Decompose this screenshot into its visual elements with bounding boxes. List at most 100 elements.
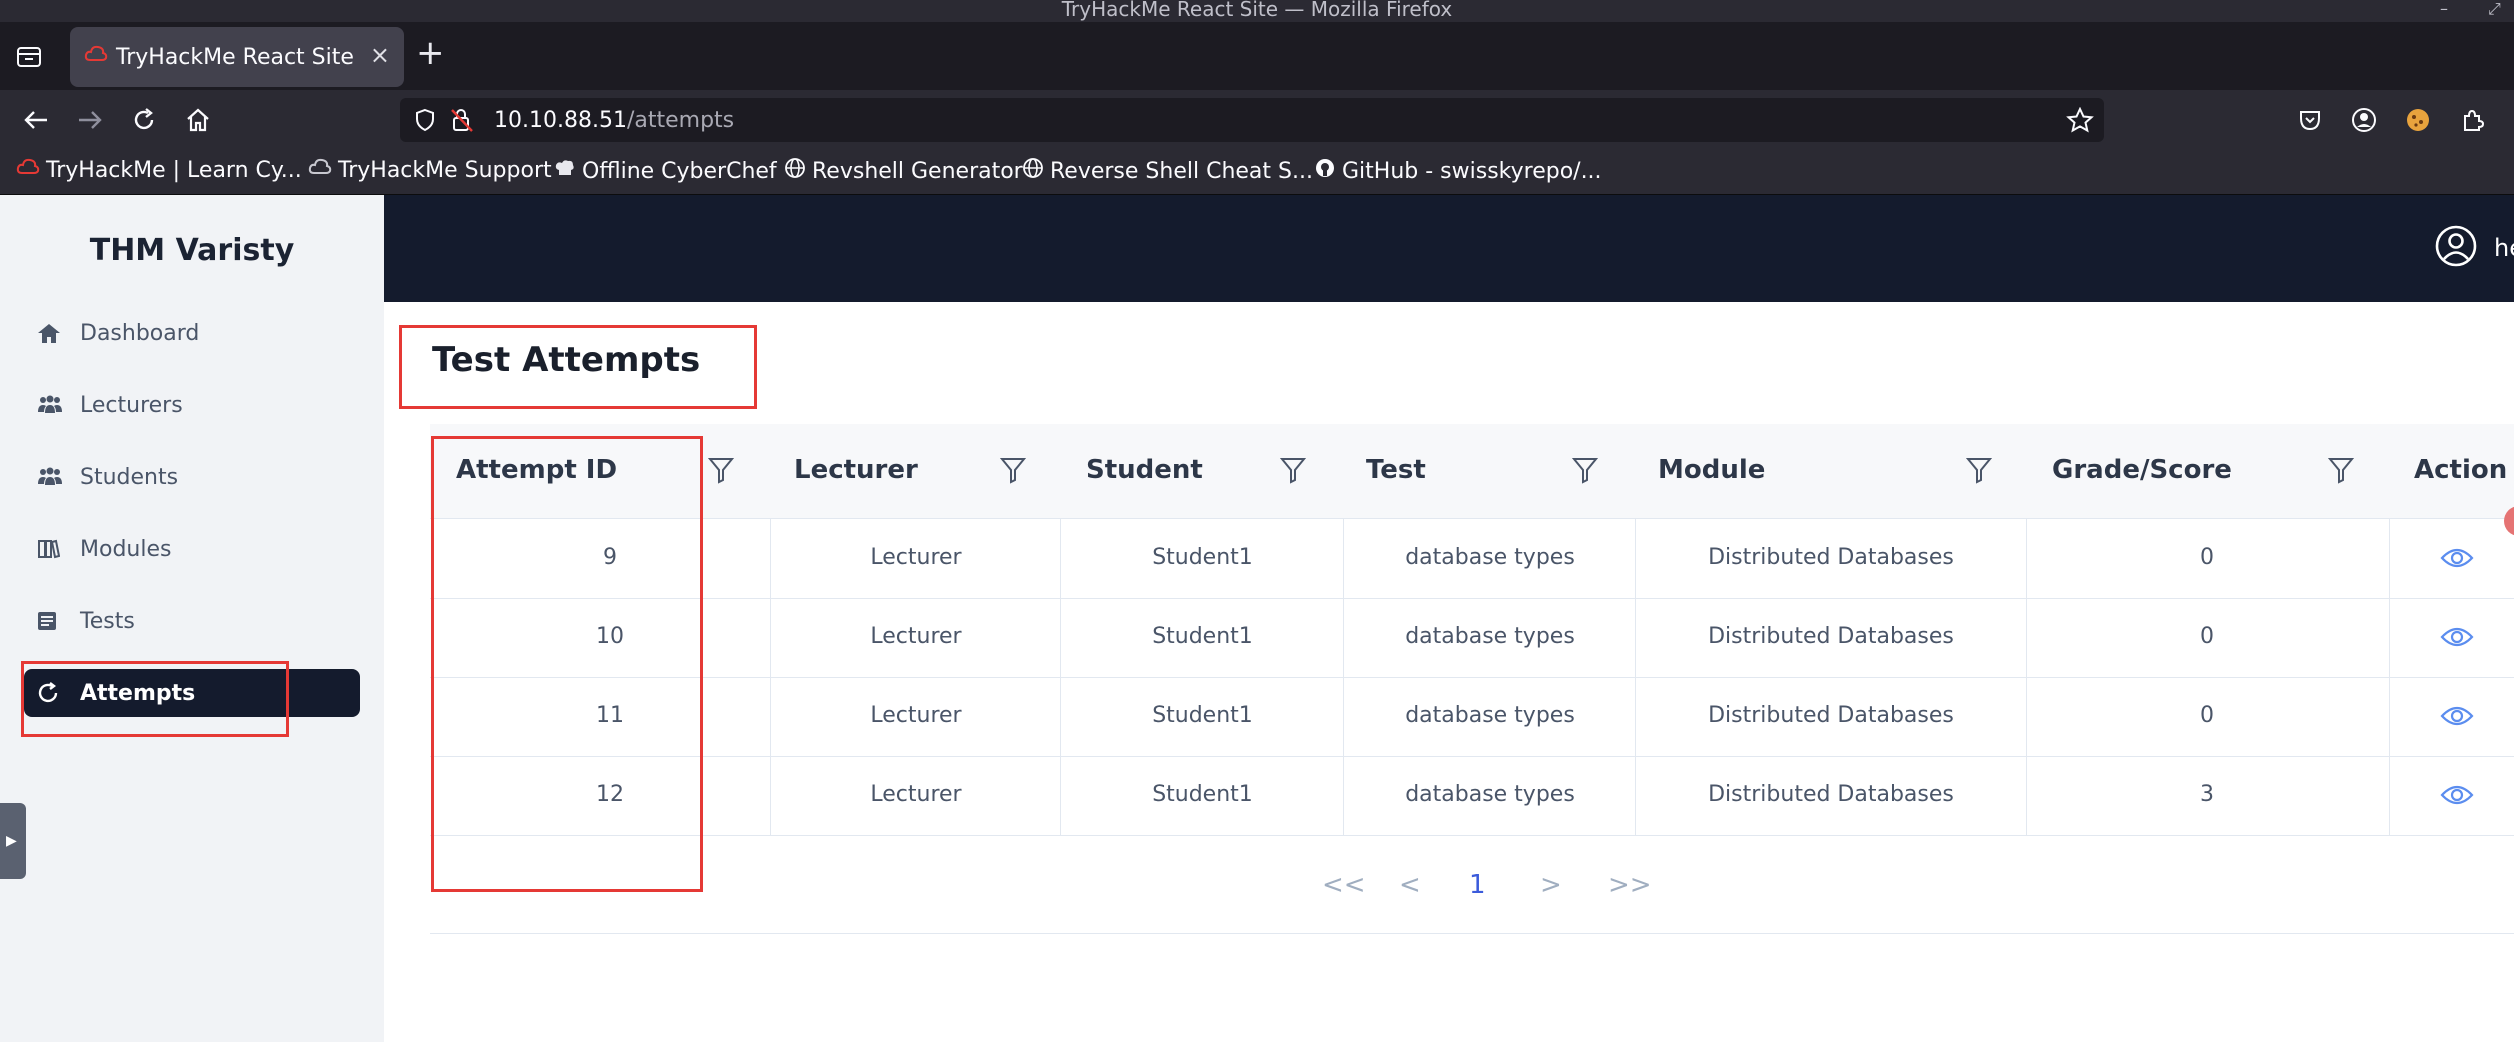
cell-grade: 0	[2200, 624, 2214, 649]
play-icon: ▶	[6, 833, 17, 849]
cell-grade: 3	[2200, 782, 2214, 807]
new-tab-button[interactable]: +	[416, 36, 445, 70]
cell-module: Distributed Databases	[1708, 782, 1954, 807]
reload-icon[interactable]	[126, 102, 162, 138]
table-footer-divider	[430, 933, 2514, 934]
sidebar-drag-handle[interactable]: ▶	[0, 803, 26, 879]
filter-icon[interactable]	[1571, 456, 1599, 488]
column-header-grade[interactable]: Grade/Score	[2052, 455, 2232, 485]
sidebar-item-label: Lecturers	[80, 392, 183, 418]
pocket-icon[interactable]	[2292, 102, 2328, 138]
back-icon[interactable]	[18, 102, 54, 138]
view-eye-icon[interactable]	[2440, 625, 2474, 653]
bookmarks-toolbar: TryHackMe | Learn Cy... TryHackMe Suppor…	[0, 150, 2514, 195]
bookmark-reverse-shell[interactable]: Reverse Shell Cheat S...	[1022, 157, 1313, 185]
forward-icon[interactable]	[72, 102, 108, 138]
cell-module: Distributed Databases	[1708, 624, 1954, 649]
bookmark-label: Offline CyberChef	[582, 158, 777, 184]
window-title: TryHackMe React Site — Mozilla Firefox	[1061, 0, 1453, 21]
first-page-button[interactable]: <<	[1322, 870, 1366, 900]
url-text[interactable]: 10.10.88.51/attempts	[494, 108, 734, 133]
bookmark-revshell[interactable]: Revshell Generator	[784, 157, 1023, 185]
cell-lecturer: Lecturer	[870, 703, 962, 728]
bookmark-label: TryHackMe Support	[338, 157, 552, 183]
user-account-icon[interactable]	[2434, 224, 2478, 272]
sidebar-item-modules[interactable]: Modules	[24, 525, 360, 573]
user-name[interactable]: he	[2494, 234, 2514, 262]
home-icon[interactable]	[180, 102, 216, 138]
view-eye-icon[interactable]	[2440, 546, 2474, 574]
cell-test: database types	[1405, 703, 1575, 728]
table-row: 11 Lecturer Student1 database types Dist…	[430, 677, 2514, 757]
column-header-student[interactable]: Student	[1086, 455, 1203, 485]
sidebar-item-label: Dashboard	[80, 320, 200, 346]
tab-bar: TryHackMe React Site × +	[0, 22, 2514, 90]
cell-test: database types	[1405, 782, 1575, 807]
filter-icon[interactable]	[2327, 456, 2355, 488]
last-page-button[interactable]: >>	[1608, 870, 1652, 900]
tryhackme-cloud-icon	[16, 157, 40, 183]
cell-student: Student1	[1152, 782, 1253, 807]
bookmark-tryhackme[interactable]: TryHackMe | Learn Cy...	[16, 157, 302, 183]
tab-title: TryHackMe React Site	[116, 45, 354, 70]
bookmark-github[interactable]: GitHub - swisskyrepo/...	[1314, 157, 1602, 185]
cookie-extension-icon[interactable]	[2400, 102, 2436, 138]
minimize-icon[interactable]: –	[2440, 0, 2448, 18]
insecure-lock-icon[interactable]	[450, 107, 474, 137]
cloud-icon	[308, 157, 332, 183]
window-titlebar: TryHackMe React Site — Mozilla Firefox –…	[0, 0, 2514, 22]
column-header-test[interactable]: Test	[1366, 455, 1426, 485]
tryhackme-cloud-icon	[84, 43, 108, 71]
view-eye-icon[interactable]	[2440, 704, 2474, 732]
table-header: Attempt ID Lecturer Student Test Module …	[430, 424, 2514, 519]
sidebar-item-dashboard[interactable]: Dashboard	[24, 309, 360, 357]
filter-icon[interactable]	[1965, 456, 1993, 488]
filter-icon[interactable]	[1279, 456, 1307, 488]
tab-overview-icon[interactable]	[14, 42, 44, 72]
cell-grade: 0	[2200, 703, 2214, 728]
column-header-module[interactable]: Module	[1658, 455, 1765, 485]
column-header-lecturer[interactable]: Lecturer	[794, 455, 918, 485]
list-icon	[36, 610, 70, 632]
sidebar-item-students[interactable]: Students	[24, 453, 360, 501]
sidebar-item-label: Students	[80, 464, 179, 490]
shield-icon[interactable]	[414, 108, 436, 136]
bookmark-label: Reverse Shell Cheat S...	[1050, 158, 1313, 184]
highlight-box-title	[399, 325, 757, 409]
github-icon	[1314, 157, 1336, 185]
restore-icon[interactable]: ⤢	[2488, 0, 2501, 18]
extensions-puzzle-icon[interactable]	[2454, 102, 2490, 138]
filter-icon[interactable]	[999, 456, 1027, 488]
table-row: 9 Lecturer Student1 database types Distr…	[430, 519, 2514, 599]
view-eye-icon[interactable]	[2440, 783, 2474, 811]
cell-student: Student1	[1152, 545, 1253, 570]
tab-tryhackme[interactable]: TryHackMe React Site ×	[70, 27, 404, 87]
url-host: 10.10.88.51	[494, 108, 627, 133]
cell-test: database types	[1405, 545, 1575, 570]
home-icon	[36, 322, 70, 344]
navigation-bar: 10.10.88.51/attempts	[0, 90, 2514, 150]
sidebar-item-label: Tests	[80, 608, 135, 634]
cell-test: database types	[1405, 624, 1575, 649]
current-page[interactable]: 1	[1469, 870, 1486, 900]
close-tab-icon[interactable]: ×	[370, 41, 390, 69]
highlight-box-attempts	[21, 661, 289, 737]
prev-page-button[interactable]: <	[1399, 870, 1421, 900]
filter-icon[interactable]	[707, 456, 735, 488]
chef-hat-icon	[554, 157, 576, 185]
next-page-button[interactable]: >	[1540, 870, 1562, 900]
sidebar-item-tests[interactable]: Tests	[24, 597, 360, 645]
cell-lecturer: Lecturer	[870, 782, 962, 807]
address-bar[interactable]: 10.10.88.51/attempts	[400, 98, 2104, 142]
bookmark-support[interactable]: TryHackMe Support	[308, 157, 552, 183]
app-header	[384, 195, 2514, 302]
sidebar-item-lecturers[interactable]: Lecturers	[24, 381, 360, 429]
brand-title: THM Varisty	[89, 233, 295, 268]
account-icon[interactable]	[2346, 102, 2382, 138]
bookmark-cyberchef[interactable]: Offline CyberChef	[554, 157, 777, 185]
bookmark-star-icon[interactable]	[2066, 106, 2094, 137]
cell-module: Distributed Databases	[1708, 545, 1954, 570]
bookmark-label: GitHub - swisskyrepo/...	[1342, 158, 1602, 184]
cell-module: Distributed Databases	[1708, 703, 1954, 728]
users-icon	[36, 394, 70, 416]
